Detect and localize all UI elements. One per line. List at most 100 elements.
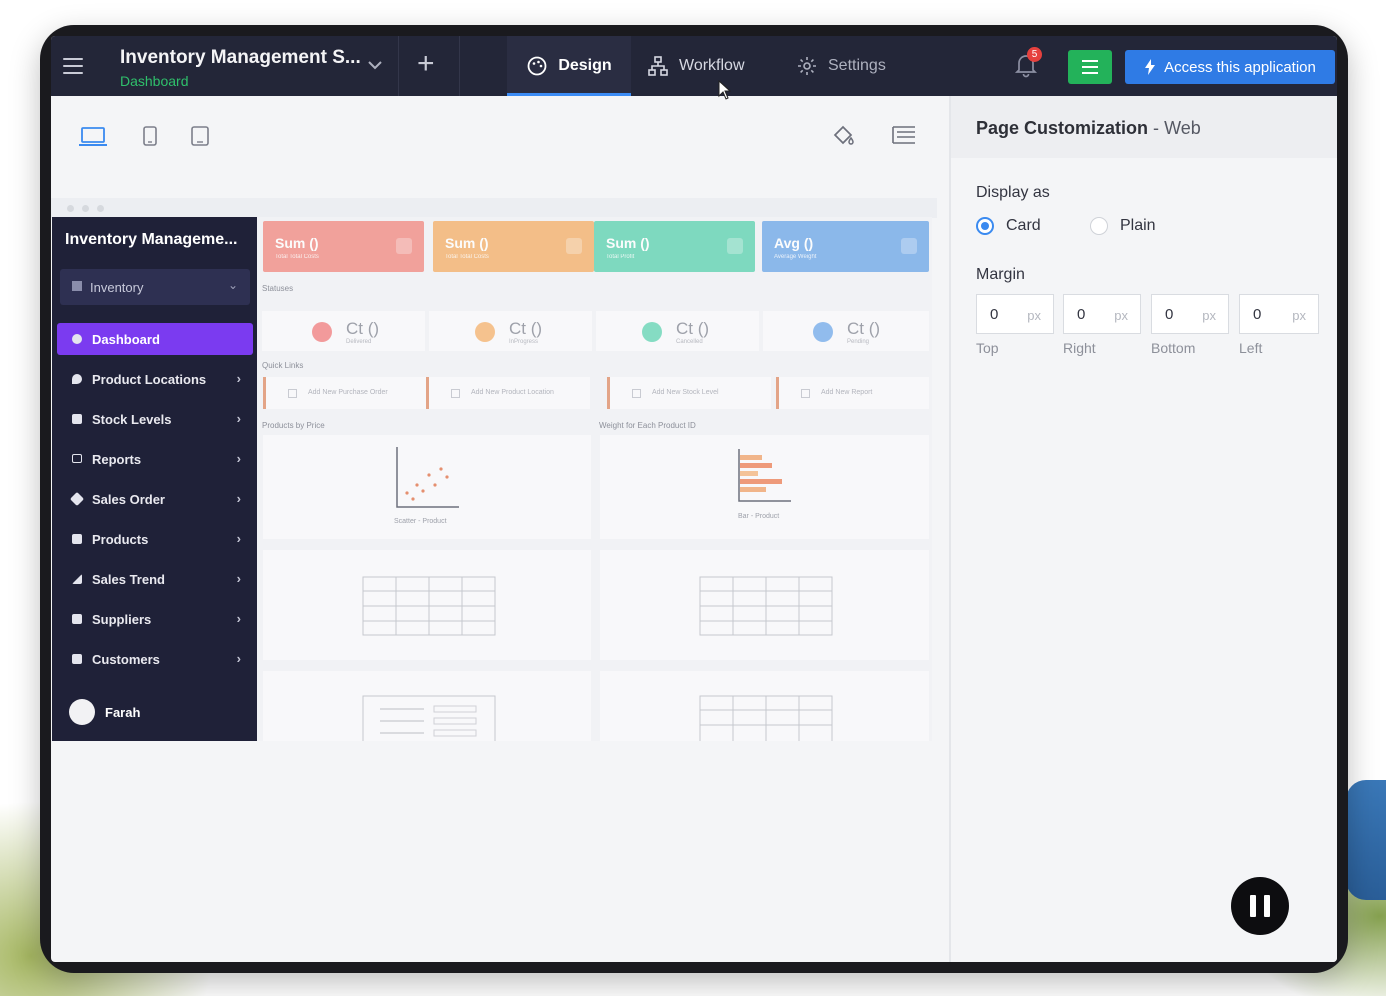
kpi-caption: Average Weight (774, 254, 817, 260)
chart-placeholder-scatter[interactable]: Scatter - Product (263, 435, 591, 539)
access-application-button[interactable]: Access this application (1125, 50, 1335, 84)
sidebar-item-label: Sales Trend (92, 572, 165, 587)
app-preview[interactable]: Inventory Manageme... Inventory ⌄ Dashbo… (52, 217, 932, 741)
paint-bucket-icon[interactable] (831, 123, 857, 154)
add-icon (451, 389, 460, 398)
add-icon (632, 389, 641, 398)
chart-placeholder-bar[interactable]: Bar - Product (600, 435, 929, 539)
list-placeholder[interactable] (263, 671, 591, 741)
add-icon (288, 389, 297, 398)
sidebar-item-label: Suppliers (92, 612, 152, 627)
gift-icon (72, 534, 82, 544)
device-frame: Inventory Management S... Dashboard + De… (40, 25, 1348, 973)
chevron-right-icon: › (236, 651, 241, 666)
kpi-caption: Total Total Costs (275, 254, 319, 260)
status-caption: Delivered (346, 339, 372, 345)
sidebar-item-label: Product Locations (92, 372, 207, 387)
mobile-view-icon[interactable] (190, 125, 210, 152)
divider (398, 36, 399, 96)
chart-caption: Bar - Product (738, 513, 780, 520)
margin-bottom-input[interactable]: 0 px (1151, 294, 1229, 334)
sidebar-item-suppliers[interactable]: Suppliers › (57, 603, 253, 635)
list-icon (362, 695, 496, 741)
quick-link[interactable]: Add New Purchase Order (263, 377, 427, 409)
status-card[interactable]: Ct () InProgress (429, 311, 592, 351)
kpi-icon (566, 238, 582, 254)
margin-unit: px (1027, 308, 1041, 323)
sidebar-item-sales-trend[interactable]: Sales Trend › (57, 563, 253, 595)
radio-card[interactable]: Card (976, 217, 1041, 235)
stock-icon (72, 414, 82, 424)
sidebar-item-sales-order[interactable]: Sales Order › (57, 483, 253, 515)
chevron-right-icon: › (236, 491, 241, 506)
pause-button[interactable] (1231, 877, 1289, 935)
sidebar-item-dashboard[interactable]: Dashboard (57, 323, 253, 355)
desktop-view-icon[interactable] (78, 126, 108, 153)
add-icon[interactable]: + (417, 49, 435, 79)
sidebar-item-customers[interactable]: Customers › (57, 643, 253, 675)
tablet-view-icon[interactable] (142, 125, 158, 152)
table-placeholder[interactable] (600, 671, 929, 741)
customers-icon (72, 654, 82, 664)
mouse-cursor-icon (718, 80, 732, 100)
chevron-right-icon: › (236, 371, 241, 386)
panel-title: Page Customization - Web (976, 118, 1201, 139)
kpi-icon (727, 238, 743, 254)
kpi-card[interactable]: Sum () Total Total Costs (433, 221, 594, 272)
lightning-icon (1145, 59, 1156, 75)
status-card[interactable]: Ct () Cancelled (596, 311, 759, 351)
kpi-card[interactable]: Sum () Total Total Costs (263, 221, 424, 272)
kpi-icon (901, 238, 917, 254)
table-icon (699, 576, 833, 636)
menu-icon[interactable] (63, 58, 83, 74)
kpi-card[interactable]: Avg () Average Weight (762, 221, 929, 272)
layout-icon-button[interactable] (1068, 50, 1112, 84)
kpi-value: Sum () (445, 235, 489, 251)
quick-link[interactable]: Add New Product Location (426, 377, 590, 409)
sidebar-item-label: Sales Order (92, 492, 165, 507)
avatar[interactable] (69, 699, 95, 725)
quick-link-label: Add New Purchase Order (308, 389, 388, 396)
margin-right-input[interactable]: 0 px (1063, 294, 1141, 334)
inventory-section-dropdown[interactable]: Inventory ⌄ (60, 269, 250, 305)
sidebar-item-reports[interactable]: Reports › (57, 443, 253, 475)
sidebar-item-product-locations[interactable]: Product Locations › (57, 363, 253, 395)
radio-plain[interactable]: Plain (1090, 217, 1156, 235)
status-card[interactable]: Ct () Delivered (262, 311, 425, 351)
chart-title: Weight for Each Product ID (599, 421, 696, 430)
margin-unit: px (1292, 308, 1306, 323)
status-value: Ct () (847, 319, 881, 338)
top-bar: Inventory Management S... Dashboard + De… (51, 36, 1337, 96)
panel-header: Page Customization - Web (951, 96, 1337, 158)
margin-left-input[interactable]: 0 px (1239, 294, 1319, 334)
quick-link[interactable]: Add New Stock Level (607, 377, 771, 409)
quick-link[interactable]: Add New Report (776, 377, 929, 409)
access-button-label: Access this application (1164, 58, 1316, 76)
sidebar-item-label: Dashboard (92, 332, 160, 347)
table-placeholder[interactable] (600, 550, 929, 660)
bar-chart-icon (738, 449, 791, 502)
app-title[interactable]: Inventory Management S... (120, 47, 361, 69)
margin-top-input[interactable]: 0 px (976, 294, 1054, 334)
kpi-card[interactable]: Sum () Total Profit (594, 221, 755, 272)
section-label: Statuses (262, 284, 294, 293)
app-switch-chevron-icon[interactable] (365, 55, 385, 75)
sidebar-item-products[interactable]: Products › (57, 523, 253, 555)
chevron-right-icon: › (236, 411, 241, 426)
display-as-label: Display as (976, 184, 1050, 201)
quick-link-label: Add New Product Location (471, 389, 554, 396)
scatter-chart-icon (396, 447, 459, 508)
tab-design[interactable]: Design (507, 36, 631, 96)
layout-list-icon[interactable] (891, 124, 917, 151)
margin-label: Margin (976, 266, 1025, 283)
preview-dashboard: Sum () Total Total Costs Sum () Total To… (262, 217, 930, 741)
sidebar-item-stock-levels[interactable]: Stock Levels › (57, 403, 253, 435)
radio-selected-icon (976, 217, 994, 235)
tab-settings[interactable]: Settings (796, 36, 886, 96)
status-card[interactable]: Ct () Pending (763, 311, 929, 351)
panel-title-separator: - (1153, 118, 1160, 138)
table-placeholder[interactable] (263, 550, 591, 660)
status-value: Ct () (509, 319, 543, 338)
chevron-right-icon: › (236, 611, 241, 626)
chevron-right-icon: › (236, 451, 241, 466)
